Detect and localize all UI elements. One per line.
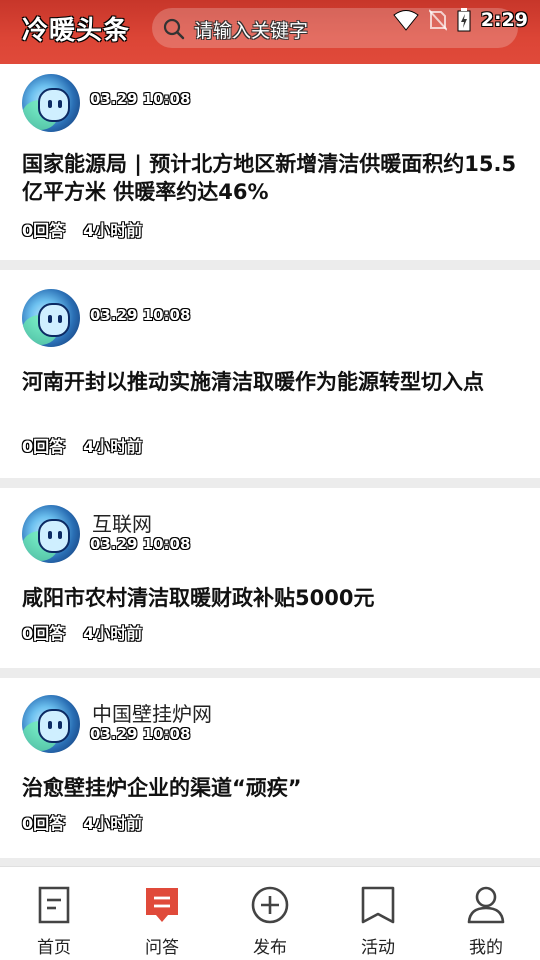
post-source: 互联网 [92,512,152,536]
news-headline[interactable]: 河南开封以推动实施清洁取暖作为能源转型切入点 [22,368,522,396]
user-icon [467,886,505,924]
answer-count: 0回答 [22,437,66,456]
avatar [22,74,80,132]
bookmark-icon [361,886,395,924]
time-ago: 4小时前 [83,624,143,643]
avatar [22,505,80,563]
status-bar: 2:29 [393,6,528,34]
avatar [22,289,80,347]
time-ago: 4小时前 [83,814,143,833]
post-date: 03.29 10:08 [90,90,191,108]
tab-activity[interactable]: 活动 [324,867,432,960]
news-headline[interactable]: 咸阳市农村清洁取暖财政补贴5000元 [22,584,522,612]
search-placeholder: 请输入关键字 [194,20,309,42]
tab-publish[interactable]: 发布 [216,867,324,960]
news-feed: 03.29 10:08 国家能源局 | 预计北方地区新增清洁供暖面积约15.5亿… [0,64,540,868]
news-card[interactable]: 03.29 10:08 国家能源局 | 预计北方地区新增清洁供暖面积约15.5亿… [0,64,540,260]
tab-qa[interactable]: 问答 [108,867,216,960]
plus-circle-icon [251,886,289,924]
post-date: 03.29 10:08 [90,306,191,324]
avatar [22,695,80,753]
battery-charging-icon [457,8,471,32]
app-title: 冷暖头条 [22,16,131,46]
no-sim-icon [428,9,447,31]
tab-label: 活动 [361,938,395,958]
news-card[interactable]: 中国壁挂炉网 03.29 10:08 治愈壁挂炉企业的渠道“顽疾” 0回答 4小时… [0,678,540,858]
news-headline[interactable]: 国家能源局 | 预计北方地区新增清洁供暖面积约15.5亿平方米 供暖率约达46% [22,150,522,206]
news-card[interactable]: 03.29 10:08 河南开封以推动实施清洁取暖作为能源转型切入点 0回答 4小… [0,270,540,478]
tab-label: 问答 [145,938,179,958]
time-ago: 4小时前 [83,437,143,456]
answer-count: 0回答 [22,221,66,240]
top-header: 冷暖头条 请输入关键字 2:29 [0,0,540,64]
post-meta: 0回答 4小时前 [22,620,142,644]
tab-home[interactable]: 首页 [0,867,108,960]
post-meta: 0回答 4小时前 [22,433,142,457]
post-meta: 0回答 4小时前 [22,810,142,834]
news-card[interactable]: 互联网 03.29 10:08 咸阳市农村清洁取暖财政补贴5000元 0回答 4小… [0,488,540,668]
tab-label: 发布 [253,938,287,958]
status-clock: 2:29 [480,9,528,31]
news-headline[interactable]: 治愈壁挂炉企业的渠道“顽疾” [22,774,522,802]
post-source: 中国壁挂炉网 [92,702,212,726]
tab-label: 我的 [469,938,503,958]
answer-count: 0回答 [22,624,66,643]
time-ago: 4小时前 [83,221,143,240]
tab-mine[interactable]: 我的 [432,867,540,960]
tab-label: 首页 [37,938,71,958]
post-meta: 0回答 4小时前 [22,217,142,241]
qa-chat-icon [146,888,178,922]
answer-count: 0回答 [22,814,66,833]
search-icon [163,18,185,40]
wifi-icon [393,10,419,31]
post-date: 03.29 10:08 [90,725,191,743]
bottom-tab-bar: 首页 问答 发布 活动 我的 [0,866,540,960]
home-doc-icon [38,886,70,924]
post-date: 03.29 10:08 [90,535,191,553]
